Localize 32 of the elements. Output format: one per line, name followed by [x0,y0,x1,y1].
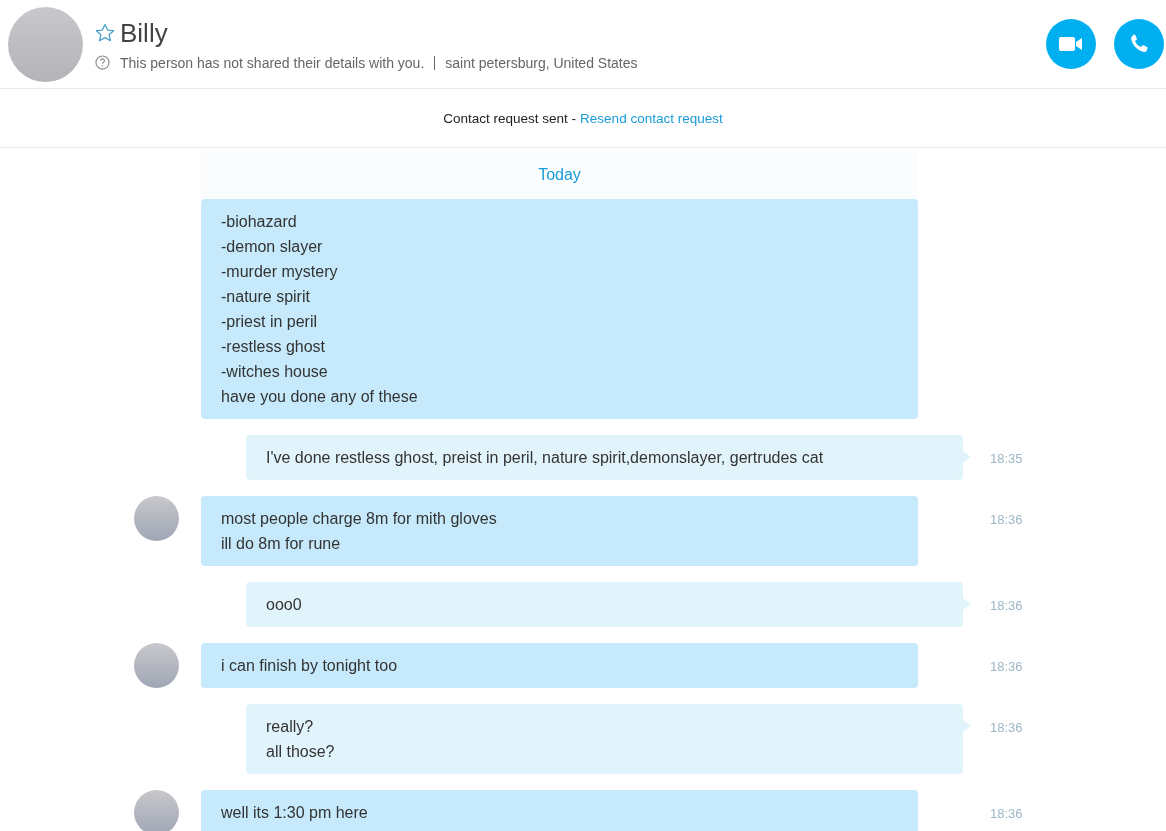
request-status-text: Contact request sent - [443,110,577,126]
message-text: -murder mystery [221,262,339,282]
resend-request-link[interactable]: Resend contact request [580,110,723,126]
star-icon[interactable] [95,23,115,43]
message-text: have you done any of these [221,387,419,407]
message-text: ill do 8m for rune [221,534,342,554]
message-text: -demon slayer [221,237,324,257]
video-call-button[interactable] [1046,19,1096,69]
message-time: 18:36 [990,720,1023,735]
help-icon [95,55,110,70]
message-text: -restless ghost [221,337,327,357]
message-text: well its 1:30 pm here [221,803,369,823]
message-text: ooo0 [266,595,303,615]
message-time: 18:36 [990,659,1023,674]
message-time: 18:36 [990,598,1023,613]
location-text: saint petersburg, United States [445,54,638,71]
message-text: -witches house [221,362,329,382]
message-text: really? [266,717,315,737]
message-time: 18:36 [990,512,1023,527]
audio-call-button[interactable] [1114,19,1164,69]
message-text: -biohazard [221,212,298,232]
message-text: I've done restless ghost, preist in peril, nature spirit,demonslayer, gertrudes cat [266,448,825,468]
contact-name: Billy [120,17,168,49]
message-text: -priest in peril [221,312,319,332]
message-text: i can finish by tonight too [221,656,399,676]
message-time: 18:36 [990,806,1023,821]
message-text: all those? [266,742,336,762]
message-text: most people charge 8m for mith gloves [221,509,498,529]
message-time: 18:35 [990,451,1023,466]
status-text: This person has not shared their details with you. [120,54,425,71]
message-text: -nature spirit [221,287,311,307]
video-camera-icon [1059,36,1083,52]
